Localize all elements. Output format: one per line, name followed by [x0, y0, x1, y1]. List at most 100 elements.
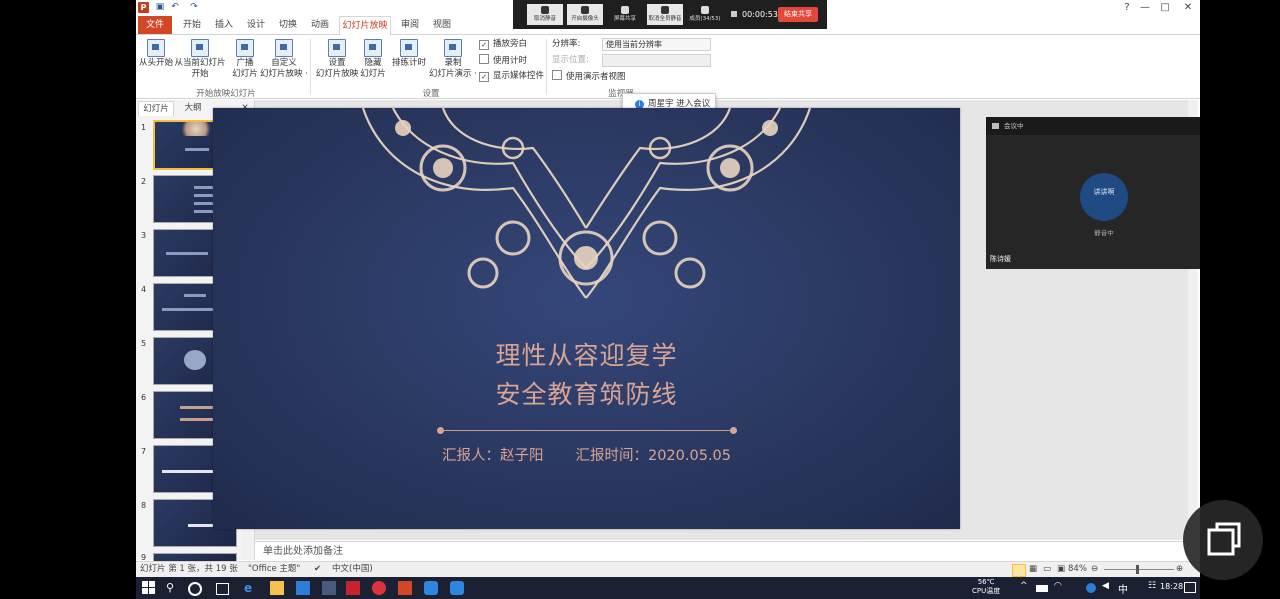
tab-outline[interactable]: 大纲: [174, 101, 212, 115]
close-button[interactable]: ✕: [1179, 0, 1197, 16]
broadcast-button[interactable]: 广播 幻灯片: [229, 39, 261, 80]
from-current-button[interactable]: 从当前幻灯片 开始: [174, 39, 226, 80]
end-share-button[interactable]: 结束共享: [778, 7, 818, 22]
undo-icon[interactable]: ↶: [169, 2, 181, 13]
custom-slideshow-icon: [275, 39, 293, 57]
slide-number: 3: [141, 231, 147, 240]
theme-name: "Office 主题": [248, 564, 301, 574]
show-media-controls-checkbox[interactable]: ✓ 显示媒体控件: [479, 70, 544, 82]
mail-icon[interactable]: [296, 581, 310, 595]
meeting-tray-icon[interactable]: [1086, 583, 1096, 593]
resolution-select[interactable]: 使用当前分辨率: [602, 38, 711, 51]
task-view-icon[interactable]: [216, 583, 229, 595]
powerpoint-taskbar-icon[interactable]: [398, 581, 412, 595]
chevron-up-icon[interactable]: ^: [1020, 581, 1034, 595]
redo-icon[interactable]: ↷: [188, 2, 200, 13]
slide-title[interactable]: 理性从容迎复学 安全教育筑防线: [213, 336, 960, 414]
tab-slides[interactable]: 幻灯片: [138, 101, 174, 116]
slide-subtitle[interactable]: 汇报人：赵子阳 汇报时间：2020.05.05: [213, 444, 960, 465]
spellcheck-icon[interactable]: ✔: [314, 562, 321, 577]
tab-insert[interactable]: 插入: [212, 16, 236, 34]
wifi-icon[interactable]: ◠: [1054, 581, 1068, 595]
volume-icon[interactable]: ◀: [1102, 581, 1116, 595]
record-slideshow-button[interactable]: 录制 幻灯片演示 ·: [426, 39, 480, 80]
tab-view[interactable]: 视图: [430, 16, 454, 34]
unmute-all-button[interactable]: 取消全员静音: [647, 4, 683, 25]
tab-home[interactable]: 开始: [180, 16, 204, 34]
camera-button[interactable]: 开启摄像头: [567, 4, 603, 25]
meeting-app-icon-2[interactable]: [450, 581, 464, 595]
use-timings-checkbox[interactable]: 使用计时: [479, 54, 527, 67]
ribbon: 从头开始 从当前幻灯片 开始 广播 幻灯片 自定义 幻灯片放映 · 开始放映幻灯…: [136, 35, 1200, 99]
cortana-icon[interactable]: [188, 582, 202, 596]
lace-ornament: [361, 108, 812, 299]
signal-icon: [731, 11, 737, 17]
battery-icon[interactable]: [1036, 585, 1048, 592]
window-switch-button[interactable]: [1183, 500, 1263, 580]
clock[interactable]: 18:28: [1160, 582, 1183, 591]
slide-sorter-icon[interactable]: ▦: [1029, 562, 1037, 577]
mute-status: 静音中: [1094, 229, 1114, 237]
netease-music-icon[interactable]: [372, 581, 386, 595]
tab-animations[interactable]: 动画: [308, 16, 332, 34]
maximize-button[interactable]: □: [1156, 0, 1174, 16]
presenter-view-checkbox[interactable]: 使用演示者视图: [552, 70, 626, 83]
setup-slideshow-button[interactable]: 设置 幻灯片放映: [314, 39, 360, 80]
broadcast-icon: [236, 39, 254, 57]
participant-name: 陈诗媛: [990, 255, 1011, 263]
notes-pane[interactable]: 单击此处添加备注: [255, 541, 1200, 560]
group-separator: [310, 39, 311, 95]
hide-slide-icon: [364, 39, 382, 57]
tab-transitions[interactable]: 切换: [276, 16, 300, 34]
zoom-slider-handle[interactable]: [1136, 565, 1139, 574]
zoom-out-icon[interactable]: ⊖: [1091, 562, 1098, 577]
slide-number: 5: [141, 339, 147, 348]
play-narration-checkbox[interactable]: ✓ 播放旁白: [479, 38, 527, 50]
input-method[interactable]: 中: [1118, 581, 1128, 596]
slideshow-view-icon[interactable]: ▣: [1057, 562, 1065, 577]
app-icon[interactable]: [322, 581, 336, 595]
slide-count: 幻灯片 第 1 张，共 19 张: [140, 564, 238, 574]
setup-icon: [328, 39, 346, 57]
help-button[interactable]: ?: [1118, 0, 1136, 16]
normal-view-icon[interactable]: [1012, 564, 1026, 577]
unmute-button[interactable]: 取消静音: [527, 4, 563, 25]
slide-canvas[interactable]: 理性从容迎复学 安全教育筑防线 汇报人：赵子阳 汇报时间：2020.05.05: [213, 108, 960, 529]
rehearse-icon: [400, 39, 418, 57]
members-button[interactable]: 成员(34/53): [687, 4, 723, 25]
language[interactable]: 中文(中国): [332, 562, 373, 577]
powerpoint-logo: P: [138, 2, 149, 13]
notifications-icon[interactable]: [1184, 582, 1196, 593]
file-explorer-icon[interactable]: [270, 581, 284, 595]
slide-number: 6: [141, 393, 147, 402]
minimize-button[interactable]: —: [1136, 0, 1154, 16]
zoom-level[interactable]: 84%: [1068, 562, 1087, 577]
tab-file[interactable]: 文件: [138, 16, 172, 34]
windows-taskbar: ⚲ e 56℃ CPU温度 ^ ◠ ◀ 中 ☷ 18:28: [136, 577, 1200, 599]
rehearse-timings-button[interactable]: 排练计时: [390, 39, 428, 69]
participant-video-panel[interactable]: 会议中 讲讲啊 静音中 陈诗媛: [986, 117, 1200, 269]
screen-share-button[interactable]: 屏幕共享: [607, 4, 643, 25]
group-separator: [546, 39, 547, 95]
divider-line: [441, 430, 733, 431]
custom-slideshow-button[interactable]: 自定义 幻灯片放映 ·: [260, 39, 308, 80]
tab-slideshow[interactable]: 幻灯片放映: [339, 16, 391, 36]
camera-icon: [581, 6, 589, 14]
slideshow-current-icon: [191, 39, 209, 57]
meeting-timer: 00:00:53: [742, 10, 778, 19]
reading-view-icon[interactable]: ▭: [1043, 562, 1051, 577]
windows-start-icon[interactable]: [142, 581, 156, 595]
edge-browser-icon[interactable]: e: [244, 581, 258, 595]
hide-slide-button[interactable]: 隐藏 幻灯片: [358, 39, 388, 80]
divider-dot-right: [730, 427, 737, 434]
from-beginning-button[interactable]: 从头开始: [138, 39, 174, 69]
media-app-icon[interactable]: [346, 581, 360, 595]
meeting-app-icon[interactable]: [424, 581, 438, 595]
show-on-select[interactable]: [602, 54, 711, 67]
save-icon[interactable]: ▣: [154, 2, 166, 13]
zoom-slider[interactable]: [1104, 569, 1174, 570]
tab-design[interactable]: 设计: [244, 16, 268, 34]
search-icon[interactable]: ⚲: [166, 581, 180, 595]
record-icon: [444, 39, 462, 57]
tab-review[interactable]: 审阅: [398, 16, 422, 34]
